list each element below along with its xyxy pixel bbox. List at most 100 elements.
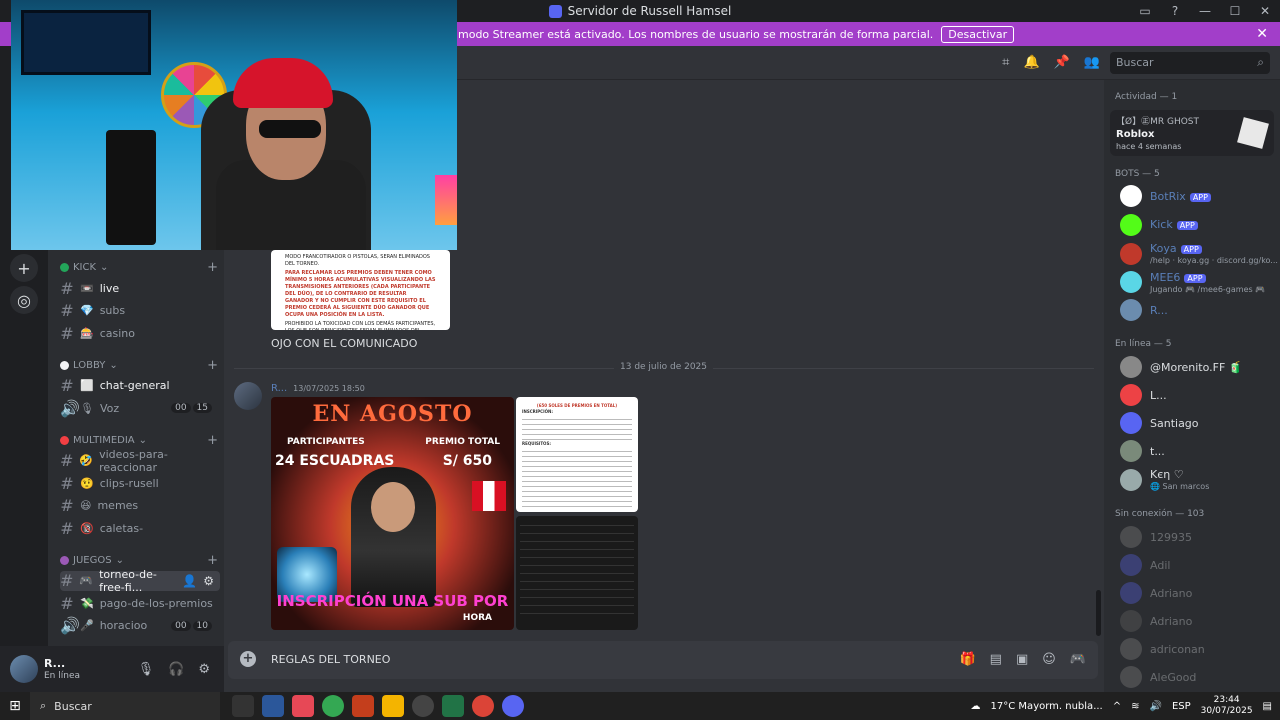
notification-bell-icon[interactable]: 🔔 [1023, 55, 1039, 70]
weather-text[interactable]: 17°C Mayorm. nubla... [991, 701, 1103, 712]
add-channel-icon[interactable]: + [207, 358, 218, 373]
member-item[interactable]: @Morenito.FF 🧃 [1120, 356, 1276, 378]
avatar [1120, 356, 1142, 378]
channel-caletas[interactable]: # 🔞 caletas- [60, 518, 220, 538]
member-item[interactable]: Adriano [1120, 610, 1276, 632]
close-window-button[interactable]: ✕ [1250, 4, 1280, 18]
voice-count-value: 10 [192, 620, 212, 631]
sticker-icon[interactable]: ▣ [1016, 652, 1028, 667]
avatar [1120, 242, 1142, 265]
explore-icon[interactable]: ◎ [10, 286, 38, 314]
channel-chat-general[interactable]: # ⬜ chat-general [60, 376, 220, 396]
file-explorer-icon[interactable] [382, 695, 404, 717]
microphone-icon[interactable]: 🎙 [138, 662, 155, 677]
member-item[interactable]: 129935 [1120, 526, 1276, 548]
wifi-icon[interactable]: ≋ [1131, 701, 1139, 712]
avatar[interactable] [10, 655, 38, 683]
member-item[interactable]: L... [1120, 384, 1276, 406]
message-author[interactable]: R... 13/07/2025 18:50 [271, 383, 365, 394]
rules-image-embed[interactable]: MODO FRANCOTIRADOR O PISTOLAS, SERAN ELI… [271, 250, 450, 330]
category-header[interactable]: JUEGOS ⌄ + [60, 553, 218, 568]
activity-card[interactable]: 【Ø】㊣MR GHOST Roblox hace 4 semanas [1110, 110, 1274, 156]
add-channel-icon[interactable]: + [207, 433, 218, 448]
threads-icon[interactable]: ⌗ [1002, 55, 1009, 70]
add-member-icon[interactable]: 👤 [182, 574, 197, 588]
obs-icon[interactable] [412, 695, 434, 717]
attach-plus-icon[interactable]: + [240, 651, 256, 667]
app-badge: APP [1189, 192, 1211, 202]
pin-icon[interactable]: 📌 [1054, 55, 1070, 70]
minimize-button[interactable]: — [1190, 4, 1220, 18]
channel-settings-icon[interactable]: ⚙ [203, 574, 214, 588]
add-channel-icon[interactable]: + [207, 260, 218, 275]
category-header[interactable]: MULTIMEDIA ⌄ + [60, 433, 218, 448]
headphones-icon[interactable]: 🎧 [168, 662, 184, 677]
emoji-icon[interactable]: ☺ [1042, 652, 1056, 667]
settings-gear-icon[interactable]: ⚙ [198, 662, 210, 677]
maximize-button[interactable]: ☐ [1220, 4, 1250, 18]
inbox-icon[interactable]: ▭ [1130, 4, 1160, 18]
volume-icon[interactable]: 🔊 [1150, 701, 1162, 712]
member-item[interactable]: Adriano [1120, 582, 1276, 604]
channel-casino[interactable]: # 🎰 casino [60, 323, 220, 343]
gift-icon[interactable]: 🎁 [959, 652, 975, 667]
notifications-icon[interactable]: ▤ [1263, 701, 1272, 712]
weather-icon[interactable]: ☁ [971, 701, 981, 712]
member-item[interactable]: BotRix APP [1120, 185, 1276, 207]
category-header[interactable]: KICK ⌄ + [60, 260, 218, 275]
member-item[interactable]: Kєη ♡ 🌐 San marcos [1120, 468, 1276, 491]
ranking-table-image[interactable] [516, 516, 638, 630]
help-icon[interactable]: ? [1160, 4, 1190, 18]
category-header[interactable]: LOBBY ⌄ + [60, 358, 218, 373]
channel-videos-para-reaccionar[interactable]: # 🤣 videos-para-reaccionar [60, 448, 220, 474]
message-composer[interactable]: + REGLAS DEL TORNEO 🎁 ▤ ▣ ☺ 🎮 [228, 641, 1098, 679]
add-channel-icon[interactable]: + [207, 553, 218, 568]
windows-start-icon[interactable]: ⊞ [0, 698, 30, 714]
member-item[interactable]: adriconan [1120, 638, 1276, 660]
search-input[interactable]: Buscar ⌕ [1110, 52, 1270, 74]
chat-scrollbar[interactable] [1096, 590, 1101, 636]
channel-memes[interactable]: # 😆 memes [60, 496, 220, 516]
channel-emoji: 🎰 [80, 326, 94, 340]
excel-icon[interactable] [442, 695, 464, 717]
member-name: L... [1150, 388, 1167, 402]
task-view-icon[interactable] [232, 695, 254, 717]
member-item[interactable]: t... [1120, 440, 1276, 462]
language-indicator[interactable]: ESP [1172, 701, 1191, 712]
member-item[interactable]: R... [1120, 299, 1276, 321]
channel-subs[interactable]: # 💎 subs [60, 301, 220, 321]
chrome-icon[interactable] [322, 695, 344, 717]
channel-horacioo[interactable]: 🔊 🎤 horacioo 00 10 [60, 616, 220, 636]
taskbar-search[interactable]: ⌕ Buscar [30, 692, 220, 720]
channel-live[interactable]: # 📼 live [60, 278, 220, 298]
composer-input[interactable]: REGLAS DEL TORNEO [271, 653, 390, 666]
channel-voz[interactable]: 🔊 🎙 Voz 00 15 [60, 398, 220, 418]
close-banner-icon[interactable]: ✕ [1256, 26, 1268, 42]
word-icon[interactable] [262, 695, 284, 717]
clock[interactable]: 23:44 30/07/2025 [1201, 695, 1253, 717]
chrome-icon[interactable] [472, 695, 494, 717]
discord-icon[interactable] [502, 695, 524, 717]
member-item[interactable]: Adil [1120, 554, 1276, 576]
author-name[interactable]: R... [271, 383, 287, 394]
apps-icon[interactable]: 🎮 [1070, 652, 1086, 667]
avatar[interactable] [234, 382, 262, 410]
member-item[interactable]: MEE6 APP Jugando 🎮 /mee6-games 🎮 [1120, 271, 1276, 294]
channel-pago-de-los-premios[interactable]: # 💸 pago-de-los-premios [60, 593, 220, 613]
gif-icon[interactable]: ▤ [990, 652, 1002, 667]
store-icon[interactable] [292, 695, 314, 717]
members-icon[interactable]: 👥 [1084, 55, 1100, 70]
member-item[interactable]: Kick APP [1120, 213, 1276, 236]
powerpoint-icon[interactable] [352, 695, 374, 717]
member-item[interactable]: AleGood [1120, 666, 1276, 688]
disable-streamer-button[interactable]: Desactivar [941, 25, 1015, 43]
tray-chevron-icon[interactable]: ^ [1113, 701, 1121, 712]
category-dot-icon [60, 263, 69, 272]
channel-clips-rusell[interactable]: # 🤨 clips-rusell [60, 473, 220, 493]
tournament-poster-image[interactable]: EN AGOSTO PARTICIPANTES 24 ESCUADRAS PRE… [271, 397, 514, 630]
channel-torneo-de-free-fi[interactable]: # 🎮 torneo-de-free-fi... 👤 ⚙ [60, 568, 220, 594]
member-item[interactable]: Koya APP/help · koya.gg · discord.gg/ko..… [1120, 242, 1278, 265]
prize-document-image[interactable]: (650 SOLES DE PREMIOS EN TOTAL) INSCRIPC… [516, 397, 638, 512]
member-item[interactable]: Santiago [1120, 412, 1276, 434]
add-server-icon[interactable]: + [10, 254, 38, 282]
